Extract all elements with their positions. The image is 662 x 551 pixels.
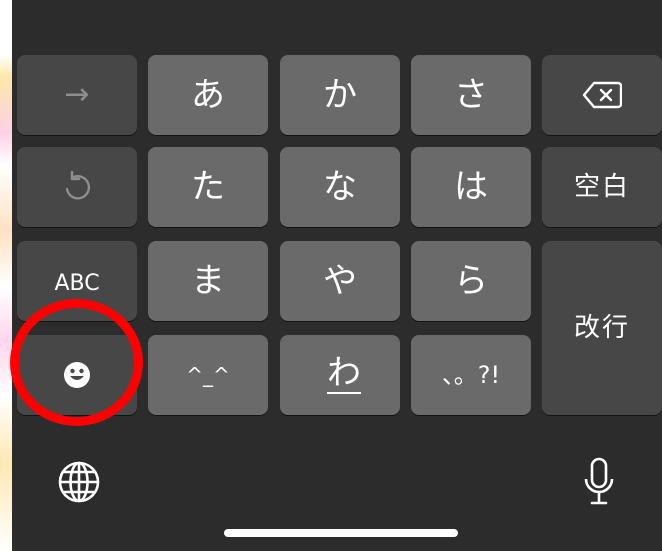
space-key[interactable]: 空白: [542, 147, 662, 227]
home-indicator[interactable]: [224, 529, 458, 537]
emoji-key[interactable]: [17, 335, 137, 415]
key-ma-row[interactable]: ま: [148, 241, 268, 321]
key-ya-row[interactable]: や: [280, 241, 400, 321]
undo-icon: [65, 170, 91, 200]
kaomoji-key[interactable]: ^_^: [148, 335, 268, 415]
key-wa-row[interactable]: わ: [280, 335, 400, 415]
next-candidate-arrow-key[interactable]: →: [17, 55, 137, 135]
punctuation-key[interactable]: 、。?!: [411, 335, 531, 415]
key-ka-row[interactable]: か: [280, 55, 400, 135]
key-a-row[interactable]: あ: [148, 55, 268, 135]
delete-key[interactable]: [542, 55, 662, 135]
key-ra-row[interactable]: ら: [411, 241, 531, 321]
dictation-button[interactable]: [581, 456, 617, 508]
key-na-row[interactable]: な: [280, 147, 400, 227]
microphone-icon: [584, 457, 614, 505]
undo-key[interactable]: [17, 147, 137, 227]
globe-button[interactable]: [56, 459, 102, 505]
delete-icon: [582, 81, 622, 109]
abc-mode-key[interactable]: ABC: [17, 241, 137, 321]
key-ha-row[interactable]: は: [411, 147, 531, 227]
key-sa-row[interactable]: さ: [411, 55, 531, 135]
enter-key[interactable]: 改行: [542, 241, 662, 415]
key-ta-row[interactable]: た: [148, 147, 268, 227]
globe-icon: [58, 461, 100, 503]
emoji-icon: [64, 362, 90, 388]
background-wallpaper-edge: [0, 0, 12, 551]
